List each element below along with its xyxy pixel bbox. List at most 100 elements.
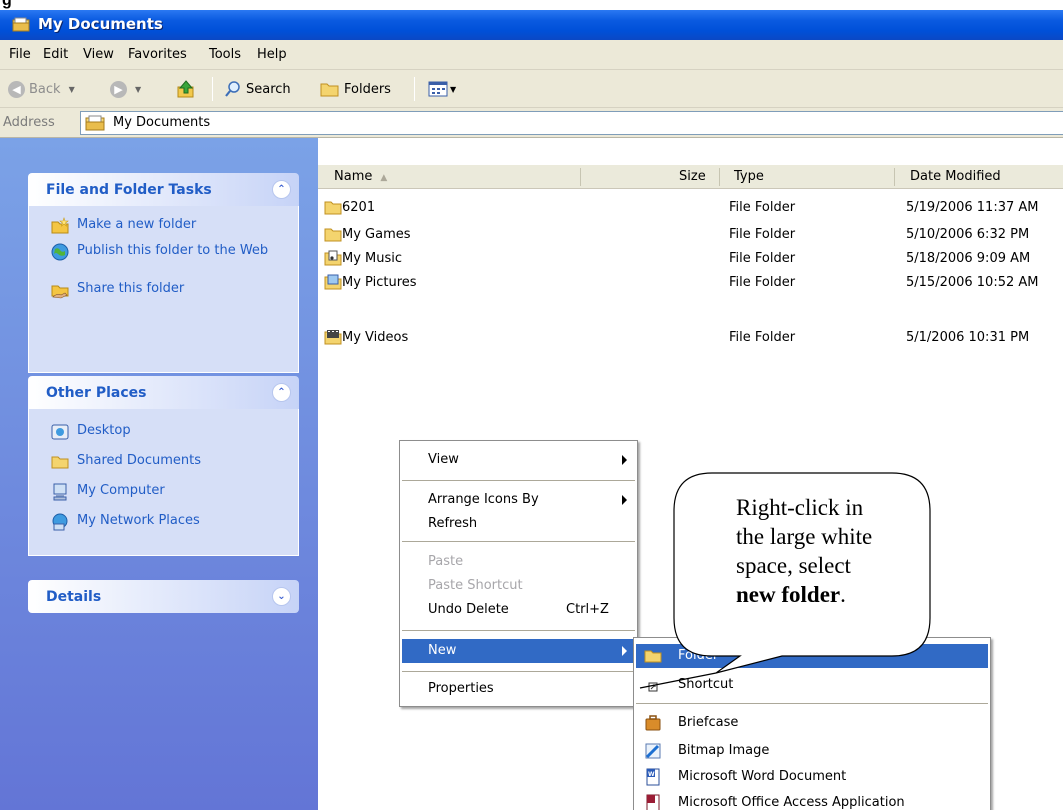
place-label: Desktop — [77, 423, 131, 438]
panel-header[interactable]: Details ⌄ — [28, 580, 299, 613]
menu-bar: File Edit View Favorites Tools Help — [0, 40, 1063, 70]
menu-favorites[interactable]: Favorites — [128, 47, 187, 62]
column-size[interactable]: Size — [679, 169, 706, 184]
file-type: File Folder — [729, 200, 796, 215]
back-dropdown-icon[interactable]: ▼ — [69, 85, 75, 94]
file-name: My Pictures — [342, 275, 417, 290]
callout-line: the large white — [736, 524, 873, 549]
task-publish-to-web[interactable]: Publish this folder to the Web — [51, 243, 277, 261]
toolbar: ◀ Back ▼ ▶ ▼ Search Folders ▼ — [0, 70, 1063, 108]
menu-separator — [402, 671, 635, 672]
address-field[interactable]: My Documents — [80, 111, 1063, 135]
forward-dropdown-icon[interactable]: ▼ — [135, 85, 141, 94]
menu-file[interactable]: File — [9, 47, 31, 62]
menu-item-label: Paste Shortcut — [428, 578, 523, 593]
forward-button[interactable]: ▶ ▼ — [110, 78, 141, 100]
place-label: My Network Places — [77, 513, 200, 528]
menu-item-paste[interactable]: Paste — [402, 550, 635, 574]
search-icon — [225, 81, 240, 97]
folder-icon — [324, 228, 342, 242]
panel-header[interactable]: File and Folder Tasks ⌃ — [28, 173, 299, 206]
access-application-icon — [646, 794, 660, 810]
file-row[interactable]: 6201 File Folder 5/19/2006 11:37 AM — [318, 198, 1063, 218]
menu-separator — [402, 630, 635, 631]
task-share-folder[interactable]: Share this folder — [51, 281, 277, 299]
menu-item-view[interactable]: View — [402, 448, 635, 472]
column-divider[interactable] — [580, 168, 581, 186]
collapse-icon[interactable]: ⌃ — [272, 180, 291, 199]
views-button[interactable]: ▼ — [428, 78, 456, 100]
column-divider[interactable] — [894, 168, 895, 186]
expand-icon[interactable]: ⌄ — [272, 587, 291, 606]
submenu-item-bitmap[interactable]: Bitmap Image — [636, 739, 988, 763]
back-label: Back — [29, 81, 61, 97]
panel-body: Desktop Shared Documents My Computer My … — [28, 409, 299, 556]
menu-help[interactable]: Help — [257, 47, 287, 62]
task-pane: File and Folder Tasks ⌃ Make a new folde… — [0, 138, 318, 810]
submenu-arrow-icon — [622, 455, 627, 465]
pictures-folder-icon — [324, 274, 342, 290]
submenu-item-label: Microsoft Word Document — [678, 769, 847, 784]
file-row[interactable]: My Pictures File Folder 5/15/2006 10:52 … — [318, 273, 1063, 293]
file-name: My Games — [342, 227, 411, 242]
menu-item-properties[interactable]: Properties — [402, 677, 635, 701]
place-my-network[interactable]: My Network Places — [51, 513, 277, 531]
file-type: File Folder — [729, 275, 796, 290]
place-shared-documents[interactable]: Shared Documents — [51, 453, 277, 471]
column-date[interactable]: Date Modified — [910, 169, 1001, 184]
cropped-heading-fragment: g — [2, 0, 12, 9]
menu-item-label: Paste — [428, 554, 464, 569]
place-my-computer[interactable]: My Computer — [51, 483, 277, 501]
folders-button[interactable]: Folders — [320, 78, 391, 100]
place-desktop[interactable]: Desktop — [51, 423, 277, 441]
title-bar: My Documents — [0, 10, 1063, 40]
forward-arrow-icon: ▶ — [110, 80, 127, 98]
publish-web-icon — [51, 243, 69, 261]
submenu-item-access-application[interactable]: Microsoft Office Access Application — [636, 791, 988, 810]
menu-item-new[interactable]: New — [402, 639, 635, 663]
file-date: 5/15/2006 10:52 AM — [906, 275, 1039, 290]
file-type: File Folder — [729, 330, 796, 345]
place-label: Shared Documents — [77, 453, 202, 468]
file-row[interactable]: My Videos File Folder 5/1/2006 10:31 PM — [318, 328, 1063, 348]
file-row[interactable]: My Music File Folder 5/18/2006 9:09 AM — [318, 249, 1063, 269]
submenu-item-briefcase[interactable]: Briefcase — [636, 711, 988, 735]
menu-item-shortcut: Ctrl+Z — [566, 602, 609, 617]
menu-edit[interactable]: Edit — [43, 47, 68, 62]
menu-tools[interactable]: Tools — [209, 47, 241, 62]
column-type[interactable]: Type — [734, 169, 764, 184]
network-icon — [52, 513, 68, 531]
submenu-item-shortcut[interactable]: Shortcut — [636, 673, 988, 697]
menu-item-paste-shortcut[interactable]: Paste Shortcut — [402, 574, 635, 598]
top-strip: g — [0, 0, 1063, 10]
bitmap-image-icon — [645, 743, 661, 759]
task-make-new-folder[interactable]: Make a new folder — [51, 217, 277, 235]
panel-title: Details — [46, 589, 102, 605]
callout-text: Right-click in the large white space, se… — [736, 493, 976, 609]
menu-item-arrange-icons[interactable]: Arrange Icons By — [402, 488, 635, 512]
collapse-icon[interactable]: ⌃ — [272, 383, 291, 402]
column-name-label: Name — [334, 169, 373, 184]
search-button[interactable]: Search — [224, 78, 291, 100]
back-button[interactable]: ◀ Back ▼ — [8, 78, 75, 100]
folder-icon — [644, 650, 662, 663]
column-divider[interactable] — [719, 168, 720, 186]
computer-icon — [53, 483, 67, 501]
file-row[interactable]: My Games File Folder 5/10/2006 6:32 PM — [318, 225, 1063, 245]
menu-item-undo-delete[interactable]: Undo Delete Ctrl+Z — [402, 598, 635, 622]
panel-header[interactable]: Other Places ⌃ — [28, 376, 299, 409]
menu-view[interactable]: View — [83, 47, 114, 62]
menu-item-refresh[interactable]: Refresh — [402, 512, 635, 536]
up-button[interactable] — [176, 78, 196, 100]
submenu-arrow-icon — [622, 646, 627, 656]
task-label: Publish this folder to the Web — [77, 243, 269, 258]
column-name[interactable]: Name ▲ — [334, 169, 387, 184]
submenu-item-word-document[interactable]: W Microsoft Word Document — [636, 765, 988, 789]
file-name: 6201 — [342, 200, 376, 215]
context-menu: View Arrange Icons By Refresh Paste Past… — [399, 440, 638, 707]
other-places-panel: Other Places ⌃ Desktop Shared Documents — [28, 376, 299, 556]
menu-item-label: Arrange Icons By — [428, 492, 539, 507]
panel-body: Make a new folder Publish this folder to… — [28, 206, 299, 373]
my-documents-icon — [12, 17, 30, 32]
column-header-bar: Name ▲ Size Type Date Modified — [318, 165, 1063, 189]
